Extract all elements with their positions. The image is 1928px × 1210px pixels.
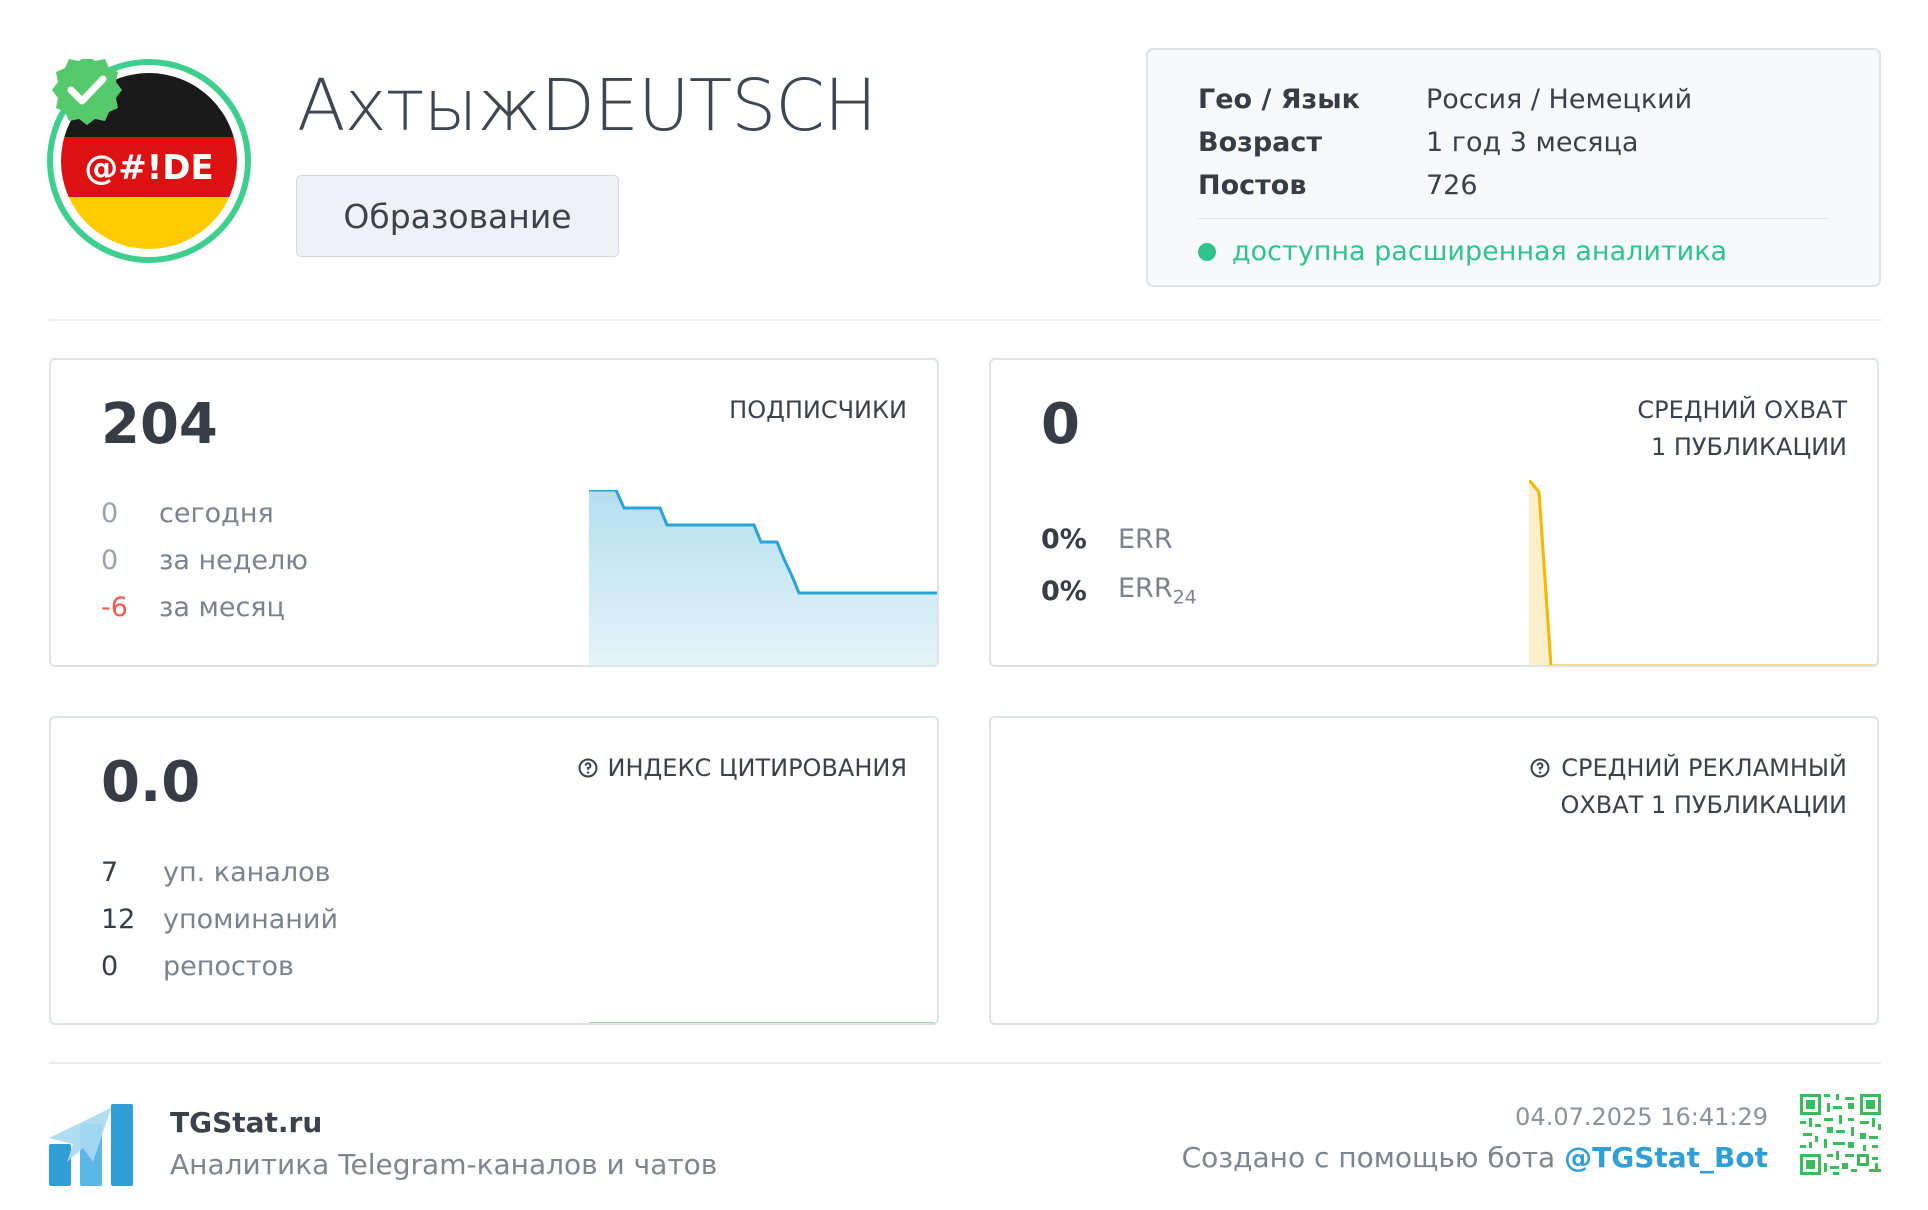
stat-value: 12 [101,904,136,935]
info-table: Гео / Язык Россия / Немецкий Возраст 1 г… [1198,78,1692,207]
info-row-age: Возраст 1 год 3 месяца [1198,121,1692,164]
stat-label: за месяц [159,592,285,623]
citation-sparkline [589,1022,937,1023]
info-divider [1198,218,1829,219]
info-row-geo: Гео / Язык Россия / Немецкий [1198,78,1692,121]
bot-link[interactable]: @TGStat_Bot [1564,1141,1768,1174]
info-row-posts: Постов 726 [1198,164,1692,207]
err24-label-text: ERR [1118,573,1173,605]
err-value: 0% [1041,523,1087,555]
stat-label: уп. каналов [163,857,331,888]
stat-label: за неделю [159,545,309,576]
avatar-text: @#!DE [84,148,213,188]
channel-avatar: @#!DE [47,59,251,263]
subscribers-label-text: ПОДПИСЧИКИ [729,396,907,424]
status-dot-icon [1198,242,1216,261]
footer-divider [49,1062,1881,1064]
stat-row-err: 0% ERR [1041,513,1197,565]
stat-label: упоминаний [163,904,339,935]
ad-reach-label-line2: ОХВАТ 1 ПУБЛИКАЦИИ [1560,791,1847,819]
stat-label: сегодня [159,498,274,529]
info-key: Возраст [1198,127,1323,158]
stat-value: 0 [101,498,119,529]
analytics-status: доступна расширенная аналитика [1198,236,1727,267]
stat-value: 0 [101,951,119,982]
stat-row-today: 0 сегодня [101,490,308,537]
category-button[interactable]: Образование [296,175,619,257]
header-divider [49,319,1881,321]
footer-credit-text: Создано с помощью бота [1181,1141,1565,1174]
stat-label: репостов [163,951,294,982]
help-icon[interactable] [1530,758,1550,778]
citation-index-label: ИНДЕКС ЦИТИРОВАНИЯ [578,750,907,787]
citation-index-label-text: ИНДЕКС ЦИТИРОВАНИЯ [607,754,907,782]
subscribers-count: 204 [101,392,218,457]
stat-value: 0 [101,545,119,576]
avg-reach-card: 0 СРЕДНИЙ ОХВАТ 1 ПУБЛИКАЦИИ 0% ERR 0% E… [989,358,1879,667]
channel-title: АхтыжDEUTSCH [297,64,877,147]
help-icon[interactable] [578,758,598,778]
info-key: Постов [1198,170,1307,201]
analytics-status-text: доступна расширенная аналитика [1232,236,1728,267]
info-value: Россия / Немецкий [1426,84,1693,115]
tgstat-logo-icon [49,1104,133,1186]
stat-value: -6 [101,592,128,623]
footer-timestamp: 04.07.2025 16:41:29 [1515,1103,1768,1131]
err24-value: 0% [1041,575,1087,607]
err24-subscript: 24 [1172,586,1197,609]
stat-row-month: -6 за месяц [101,584,308,631]
info-value: 726 [1426,170,1478,201]
info-key: Гео / Язык [1198,84,1360,115]
stat-row-reposts: 0 репостов [101,943,338,990]
subscribers-sparkline [589,490,937,665]
info-value: 1 год 3 месяца [1426,127,1639,158]
stat-row-mentions: 12 упоминаний [101,896,338,943]
footer-brand[interactable]: TGStat.ru [170,1106,322,1139]
channel-info-card: Гео / Язык Россия / Немецкий Возраст 1 г… [1146,48,1881,287]
footer-credit: Создано с помощью бота @TGStat_Bot [1182,1141,1768,1174]
ad-reach-card: СРЕДНИЙ РЕКЛАМНЫЙ ОХВАТ 1 ПУБЛИКАЦИИ [989,716,1879,1025]
avg-reach-label-line2: 1 ПУБЛИКАЦИИ [1650,433,1847,461]
stat-value: 7 [101,857,119,888]
subscribers-stats: 0 сегодня 0 за неделю -6 за месяц [101,490,308,631]
footer-tagline: Аналитика Telegram-каналов и чатов [170,1148,718,1181]
err-stats: 0% ERR 0% ERR24 [1041,513,1197,617]
stat-row-err24: 0% ERR24 [1041,565,1197,617]
citation-index-card: 0.0 ИНДЕКС ЦИТИРОВАНИЯ 7 уп. каналов 12 … [49,716,939,1025]
subscribers-label: ПОДПИСЧИКИ [729,392,907,429]
stat-row-channels: 7 уп. каналов [101,849,338,896]
ad-reach-label: СРЕДНИЙ РЕКЛАМНЫЙ ОХВАТ 1 ПУБЛИКАЦИИ [1530,750,1847,824]
citation-index-value: 0.0 [101,750,201,815]
subscribers-card: 204 ПОДПИСЧИКИ 0 сегодня 0 за неделю -6 … [49,358,939,667]
stat-row-week: 0 за неделю [101,537,308,584]
citation-stats: 7 уп. каналов 12 упоминаний 0 репостов [101,849,338,990]
avg-reach-label-line1: СРЕДНИЙ ОХВАТ [1637,396,1847,424]
avg-reach-sparkline [1529,480,1877,665]
err-label: ERR [1118,523,1173,555]
ad-reach-label-line1: СРЕДНИЙ РЕКЛАМНЫЙ [1561,754,1847,782]
qr-code-icon [1800,1094,1881,1175]
avg-reach-label: СРЕДНИЙ ОХВАТ 1 ПУБЛИКАЦИИ [1637,392,1847,466]
err24-label: ERR24 [1118,573,1197,608]
avg-reach-value: 0 [1041,392,1080,457]
